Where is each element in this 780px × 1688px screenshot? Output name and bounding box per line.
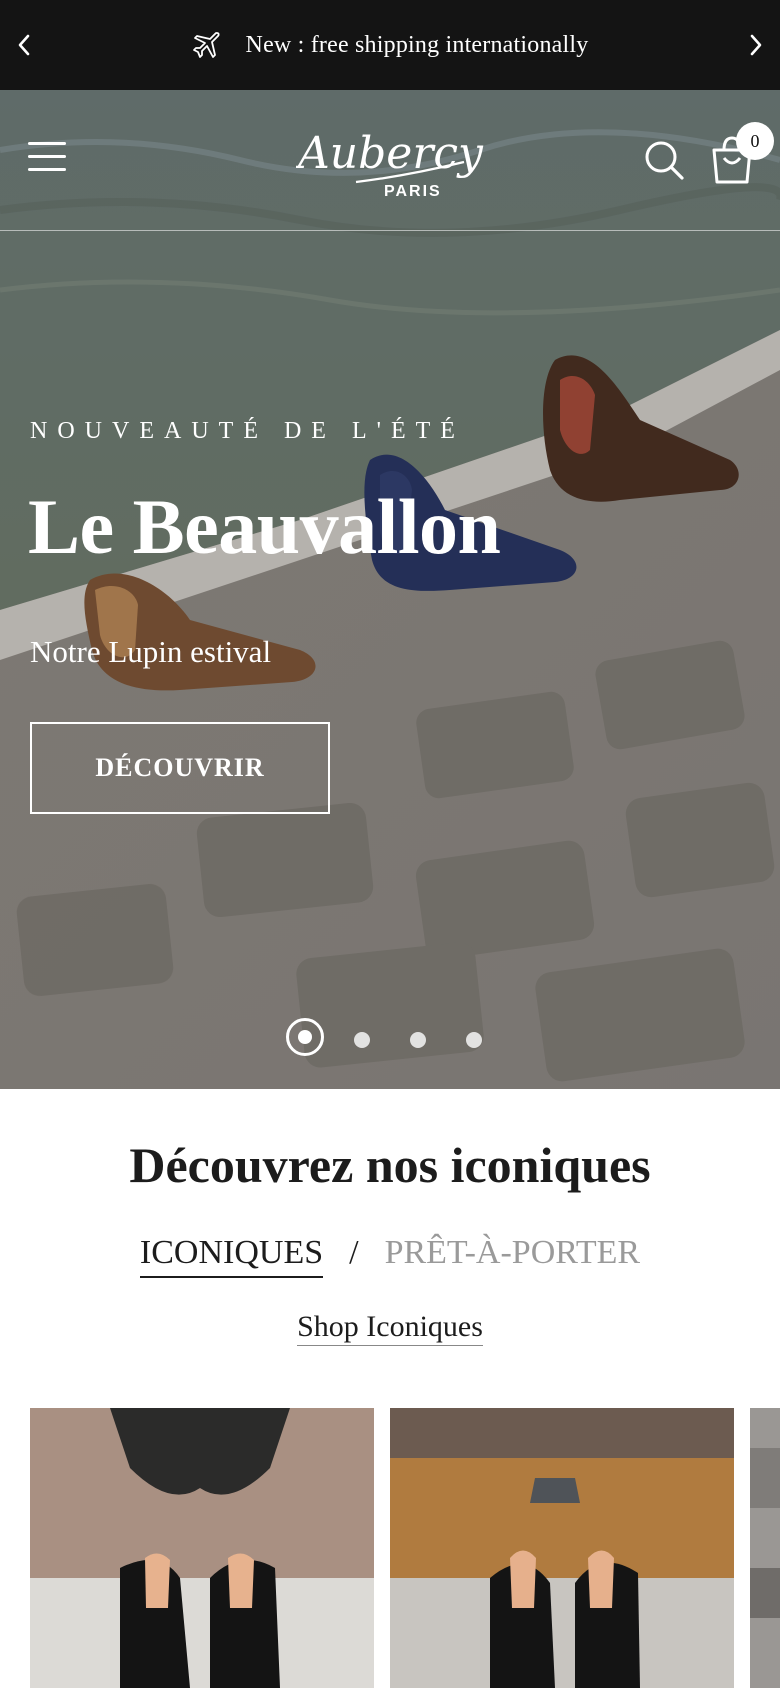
hero-eyebrow: NOUVEAUTÉ DE L'ÉTÉ xyxy=(30,418,465,444)
announcement-text: New : free shipping internationally xyxy=(245,31,589,58)
product-image xyxy=(390,1408,734,1688)
site-header: Aubercy PARIS 0 xyxy=(0,90,780,231)
logo-subtext: PARIS xyxy=(384,183,442,200)
chevron-right-icon xyxy=(750,34,762,56)
hero-title: Le Beauvallon xyxy=(28,483,501,570)
tab-separator: / xyxy=(349,1234,359,1271)
discover-button[interactable]: DÉCOUVRIR xyxy=(30,722,330,814)
section-title: Découvrez nos iconiques xyxy=(129,1137,651,1193)
hero-image xyxy=(0,90,780,1089)
shop-iconiques-link-wrap: Shop Iconiques xyxy=(0,1310,780,1346)
menu-button[interactable] xyxy=(28,142,68,174)
announcement-message[interactable]: New : free shipping internationally xyxy=(0,22,780,68)
hero-slideshow[interactable]: Aubercy PARIS 0 NOUVEAUTÉ DE L'ÉTÉ Le Be… xyxy=(0,90,780,1089)
slide-dot-3[interactable] xyxy=(410,1032,426,1048)
slide-dot-2[interactable] xyxy=(354,1032,370,1048)
slide-dot-1[interactable] xyxy=(286,1018,324,1056)
airplane-icon xyxy=(192,30,222,60)
search-button[interactable] xyxy=(642,138,686,182)
cart-count-badge: 0 xyxy=(736,122,774,160)
hero-subtitle: Notre Lupin estival xyxy=(30,634,272,669)
tab-pret-a-porter[interactable]: PRÊT-À-PORTER xyxy=(385,1234,641,1276)
slide-pagination xyxy=(282,1018,502,1062)
product-card[interactable] xyxy=(390,1408,734,1688)
collection-tabs: ICONIQUES / PRÊT-À-PORTER xyxy=(0,1234,780,1284)
tab-iconiques[interactable]: ICONIQUES xyxy=(139,1234,324,1278)
slide-dot-4[interactable] xyxy=(466,1032,482,1048)
product-carousel[interactable] xyxy=(0,1408,780,1688)
logo[interactable]: Aubercy PARIS xyxy=(294,124,486,204)
shop-iconiques-link[interactable]: Shop Iconiques xyxy=(297,1310,483,1346)
announcement-bar: New : free shipping internationally xyxy=(0,0,780,90)
product-image xyxy=(30,1408,374,1688)
announcement-next-button[interactable] xyxy=(738,27,774,63)
product-card[interactable] xyxy=(750,1408,780,1688)
product-image xyxy=(750,1408,780,1688)
product-card[interactable] xyxy=(30,1408,374,1688)
logo-wordmark: Aubercy xyxy=(296,128,484,179)
search-icon xyxy=(645,141,684,180)
